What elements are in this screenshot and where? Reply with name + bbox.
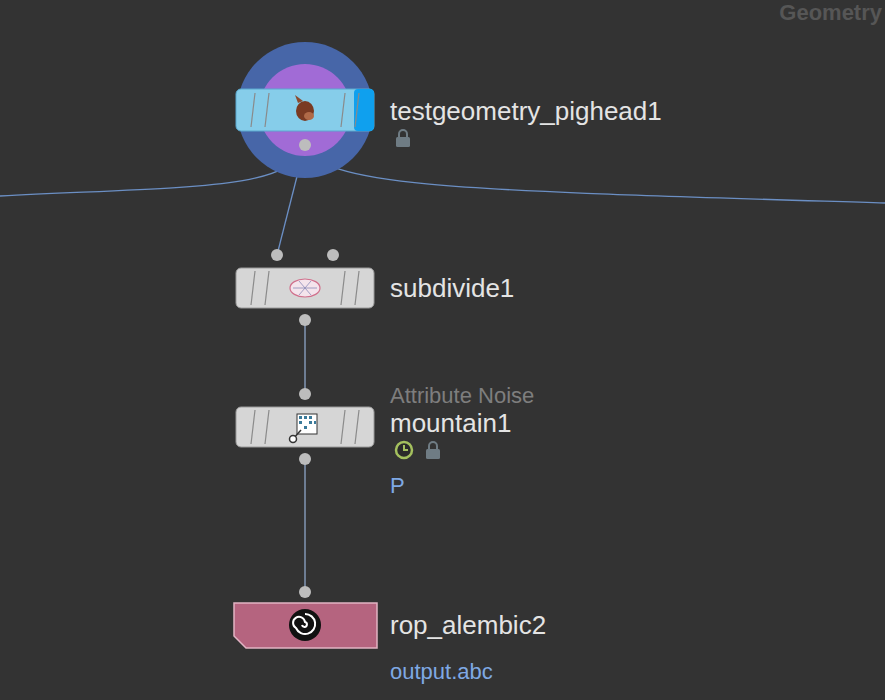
context-label: Geometry <box>779 0 882 26</box>
output-connector[interactable] <box>299 314 311 326</box>
rop-node[interactable] <box>233 602 378 649</box>
node-label: subdivide1 <box>390 273 514 303</box>
node-info: output.abc <box>390 660 493 684</box>
pighead-icon <box>295 95 314 121</box>
node-type: Attribute Noise <box>390 384 534 408</box>
node-label: Attribute Noisemountain1 P <box>390 384 534 498</box>
wire[interactable] <box>304 320 305 394</box>
sop-node[interactable] <box>235 267 375 309</box>
node-name[interactable]: subdivide1 <box>390 273 514 303</box>
houdini-logo-icon <box>289 609 321 641</box>
node-name[interactable]: testgeometry_pighead1 <box>390 96 662 126</box>
clock-icon <box>394 440 414 460</box>
offscreen-wire[interactable] <box>305 145 885 203</box>
subdivide-icon <box>290 279 320 297</box>
network-editor[interactable]: Geometry testgeometry_pighead1 subdivide1 A… <box>0 0 885 700</box>
attribute-noise-icon <box>290 414 318 443</box>
output-connector[interactable] <box>299 139 311 151</box>
input-connector[interactable] <box>299 586 311 598</box>
node-name[interactable]: rop_alembic2 <box>390 610 546 640</box>
node-info: P <box>390 474 405 498</box>
display-node[interactable] <box>235 40 375 180</box>
node-name[interactable]: mountain1 <box>390 408 511 438</box>
wire[interactable] <box>304 459 305 592</box>
node-flags <box>390 438 442 462</box>
sop-node[interactable] <box>235 406 375 448</box>
input-connector[interactable] <box>327 249 339 261</box>
node-label: testgeometry_pighead1 <box>390 96 662 150</box>
lock-icon[interactable] <box>394 128 412 148</box>
input-connector[interactable] <box>299 388 311 400</box>
node-label: rop_alembic2 output.abc <box>390 610 546 684</box>
output-connector[interactable] <box>299 453 311 465</box>
lock-icon[interactable] <box>424 440 442 460</box>
node-flags <box>390 126 412 150</box>
input-connector[interactable] <box>271 249 283 261</box>
